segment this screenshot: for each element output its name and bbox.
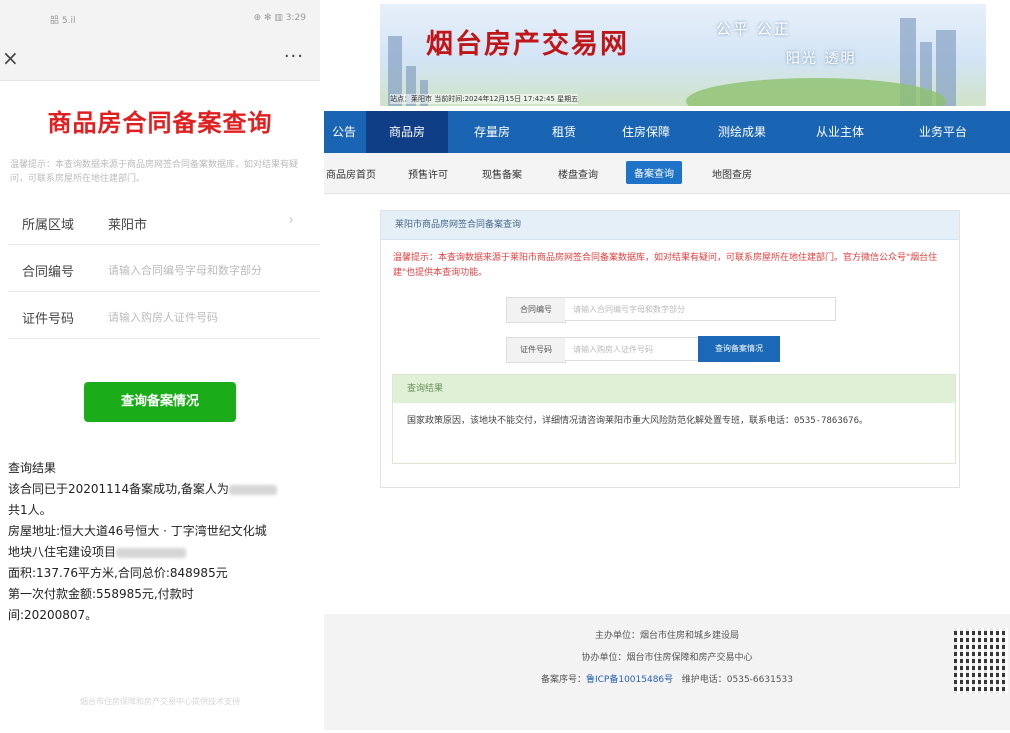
panel-tip: 温馨提示：本查询数据来源于莱阳市商品房网签合同备案数据库，如对结果有疑问，可联系… [393,253,938,278]
contract-number-row: 合同编号 请输入合同编号字母和数字部分 [506,297,836,323]
id-number-label: 证件号码 [22,312,75,327]
chevron-right-icon: › [288,212,294,228]
nav-item-rental[interactable]: 租赁 [534,111,594,153]
result-line: 间:20200807。 [8,608,98,622]
query-result: 查询结果 该合同已于20201114备案成功,备案人为 共1人。 房屋地址:恒大… [8,458,308,626]
nav-item-notice[interactable]: 公告 [324,111,364,153]
footer-sponsor: 主办单位：烟台市住房和城乡建设局 [594,631,739,641]
subnav-home[interactable]: 商品房首页 [326,166,376,181]
nav-item-resale-housing[interactable]: 存量房 [452,111,532,153]
contract-number-field[interactable]: 合同编号 请输入合同编号字母和数字部分 [8,245,320,292]
query-form: 所属区域 莱阳市 › 合同编号 请输入合同编号字母和数字部分 证件号码 请输入购… [8,198,320,339]
nav-item-housing-security[interactable]: 住房保障 [606,111,686,153]
subnav-presale-permit[interactable]: 预售许可 [408,166,448,181]
close-icon[interactable]: × [2,46,19,70]
qr-code [954,628,1008,694]
site-banner: 烟台房产交易网 公平 公正 阳光 透明 站点：莱阳市 当前时间:2024年12月… [380,4,986,106]
tip-text: 温馨提示：本查询数据来源于商品房网签合同备案数据库，如对结果有疑问，可联系房屋所… [10,160,299,184]
icp-label: 备案序号： [540,675,586,685]
result-heading: 查询结果 [8,461,57,475]
region-value: 莱阳市 [108,218,148,233]
more-options-icon[interactable]: ··· [284,46,304,67]
contract-number-label: 合同编号 [22,265,75,280]
page-title: 商品房合同备案查询 [47,109,273,137]
query-button[interactable]: 查询备案情况 [84,382,236,422]
result-line: 地块八住宅建设项目 [8,542,308,563]
contract-number-label: 合同编号 [506,297,566,323]
panel-title: 莱阳市商品房网签合同备案查询 [381,211,959,240]
subnav-filing-query[interactable]: 备案查询 [626,161,682,184]
id-number-row: 证件号码 请输入购房人证件号码 [506,337,755,363]
subnav-map-search[interactable]: 地图查房 [712,166,752,181]
id-number-label: 证件号码 [506,337,566,363]
site-title: 烟台房产交易网 [426,29,629,60]
result-line: 第一次付款金额:558985元,付款时 [8,587,194,601]
status-bar: 㗊 5.il ⊕ ✻ ▥ 3:29 [0,0,320,38]
result-line: 该合同已于20201114备案成功,备案人为 [8,479,308,500]
result-line: 面积:137.76平方米,合同总价:848985元 [8,566,228,580]
subnav-current-sale[interactable]: 现售备案 [482,166,522,181]
footer-co-sponsor: 协办单位：烟台市住房保障和房产交易中心 [581,653,753,663]
nav-item-new-housing[interactable]: 商品房 [366,111,448,153]
sub-nav: 商品房首页 预售许可 现售备案 楼盘查询 备案查询 地图查房 [324,153,1010,194]
site-footer: 主办单位：烟台市住房和城乡建设局 协办单位：烟台市住房保障和房产交易中心 备案序… [324,614,1010,730]
icp-link[interactable]: 鲁ICP备10015486号 [586,675,673,685]
contract-number-placeholder[interactable]: 请输入合同编号字母和数字部分 [108,262,262,278]
mobile-screen: 㗊 5.il ⊕ ✻ ▥ 3:29 × ··· 商品房合同备案查询 温馨提示：本… [0,0,320,733]
status-indicators: ⊕ ✻ ▥ 3:29 [253,13,306,23]
id-number-field[interactable]: 证件号码 请输入购房人证件号码 [8,292,320,339]
redacted-name [228,484,277,495]
id-number-placeholder[interactable]: 请输入购房人证件号码 [108,309,218,325]
region-select[interactable]: 所属区域 莱阳市 › [8,198,320,245]
result-text: 国家政策原因，该地块不能交付，详细情况请咨询莱阳市重大风险防范化解处置专班，联系… [407,416,869,426]
nav-item-business-platform[interactable]: 业务平台 [898,111,988,153]
maintenance-phone: 维护电话：0535-6631533 [681,675,794,685]
nav-item-market-entities[interactable]: 从业主体 [800,111,880,153]
location-time-bar: 站点：莱阳市 当前时间:2024年12月15日 17:42:45 星期五 [390,94,579,104]
slogan-2: 阳光 透明 [786,51,857,67]
footer-icp-line: 备案序号：鲁ICP备10015486号 维护电话：0535-6631533 [324,672,1010,685]
result-line: 房屋地址:恒大大道46号恒大 · 丁字湾世纪文化城 [8,524,267,538]
result-box: 查询结果 国家政策原因，该地块不能交付，详细情况请咨询莱阳市重大风险防范化解处置… [392,374,956,464]
mobile-nav-bar: × ··· [0,38,320,81]
result-line: 共1人。 [8,503,52,517]
signal-icon: 㗊 5.il [50,16,76,26]
subnav-project-query[interactable]: 楼盘查询 [558,166,598,181]
nav-item-survey-results[interactable]: 测绘成果 [702,111,782,153]
redacted-text [116,547,187,558]
main-nav: 公告 商品房 存量房 租赁 住房保障 测绘成果 从业主体 业务平台 [324,111,1010,153]
slogan-1: 公平 公正 [716,20,791,38]
contract-number-input[interactable]: 请输入合同编号字母和数字部分 [565,297,836,321]
mobile-footer: 烟台市住房保障和房产交易中心提供技术支持 [80,697,240,706]
query-button[interactable]: 查询备案情况 [698,336,780,362]
result-title: 查询结果 [393,375,955,403]
region-label: 所属区域 [22,218,75,233]
website: 烟台房产交易网 公平 公正 阳光 透明 站点：莱阳市 当前时间:2024年12月… [324,0,1010,733]
